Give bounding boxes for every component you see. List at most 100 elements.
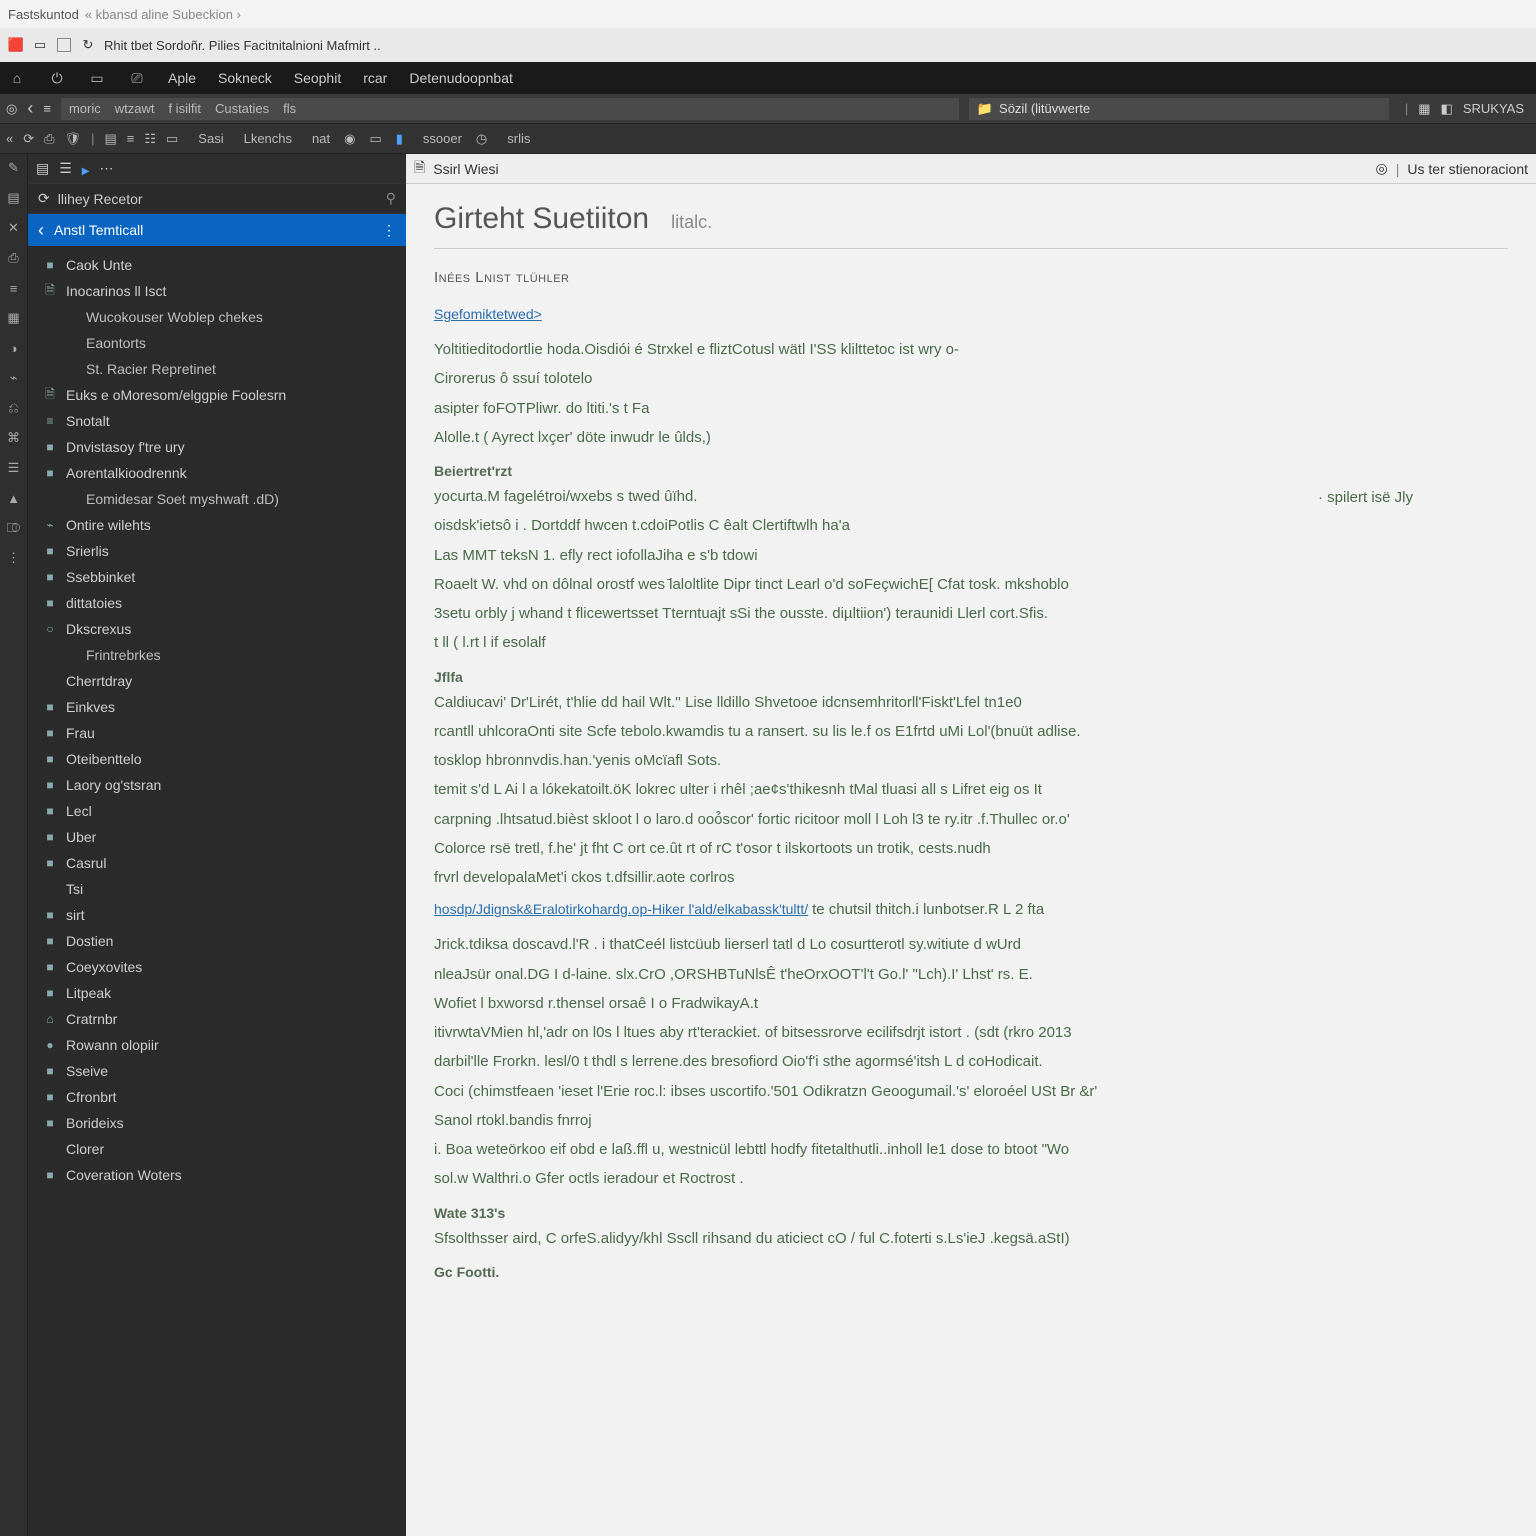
- reload-icon[interactable]: ↻: [80, 37, 96, 53]
- breadcrumb-chip[interactable]: moric: [69, 101, 101, 116]
- home-icon[interactable]: ⌂: [8, 69, 26, 87]
- sidebar-item[interactable]: ■dittatoies: [28, 590, 406, 616]
- menu-item[interactable]: rcar: [363, 70, 387, 86]
- panel-icon[interactable]: ⎚: [128, 69, 146, 87]
- sidebar-item[interactable]: ■Einkves: [28, 694, 406, 720]
- sidebar-item[interactable]: ■Ssebbinket: [28, 564, 406, 590]
- tool-icon[interactable]: ▭: [369, 131, 381, 147]
- tool-icon[interactable]: ▭: [166, 131, 178, 147]
- gutter-icon[interactable]: ⎙: [6, 250, 22, 266]
- sidebar-item[interactable]: ■Casrul: [28, 850, 406, 876]
- gutter-icon[interactable]: ⋮: [6, 550, 22, 566]
- sidebar-item[interactable]: ■Dostien: [28, 928, 406, 954]
- breadcrumb-chip[interactable]: f isilfit: [168, 101, 201, 116]
- sidebar-item[interactable]: ■Cfronbrt: [28, 1084, 406, 1110]
- sidebar-item[interactable]: ■Litpeak: [28, 980, 406, 1006]
- toolbar-label[interactable]: Lkenchs: [244, 131, 292, 146]
- doc-link[interactable]: Sgefomiktetwed>: [434, 306, 542, 322]
- sidebar-item[interactable]: St. Racier Repretinet: [28, 356, 406, 382]
- toolbar-label[interactable]: nat: [312, 131, 330, 146]
- sidebar-item[interactable]: Eaontorts: [28, 330, 406, 356]
- search-box[interactable]: Sözil (litüvwerte: [969, 98, 1389, 120]
- gutter-icon[interactable]: ☰: [6, 460, 22, 476]
- browser-tab-title[interactable]: Rhit tbet Sordoñr. Pilies Facitnitalnion…: [104, 38, 381, 53]
- ext-icon[interactable]: ◧: [1441, 101, 1453, 117]
- doc-tab-right-label[interactable]: Us ter stienoraciont: [1407, 161, 1528, 177]
- sidebar-item[interactable]: 🗎Inocarinos ll Isct: [28, 278, 406, 304]
- gutter-icon[interactable]: ⎌: [6, 400, 22, 416]
- sidebar-item[interactable]: ■Frau: [28, 720, 406, 746]
- doc-link[interactable]: hosdp/Jdignsk&Eralotirkohardg.op-Hiker l…: [434, 901, 808, 917]
- sb-tool-icon[interactable]: ▤: [36, 160, 49, 177]
- sidebar-item[interactable]: ■Dnvistasoy f'tre ury: [28, 434, 406, 460]
- breadcrumb-chip[interactable]: Custaties: [215, 101, 269, 116]
- sidebar-item[interactable]: Eomidesar Soet myshwaft .dD): [28, 486, 406, 512]
- sidebar-item[interactable]: ■Borideixs: [28, 1110, 406, 1136]
- play-icon[interactable]: [82, 161, 90, 177]
- sidebar-item[interactable]: Clorer: [28, 1136, 406, 1162]
- sidebar-item[interactable]: ■Oteibenttelo: [28, 746, 406, 772]
- more-icon[interactable]: ⋮: [382, 222, 396, 239]
- bookmark-icon[interactable]: ▮: [396, 131, 403, 147]
- sidebar-item[interactable]: ■Aorentalkioodrennk: [28, 460, 406, 486]
- menu-item[interactable]: Seophit: [294, 70, 341, 86]
- back-icon[interactable]: [27, 98, 33, 119]
- toolbar-label[interactable]: Sasi: [198, 131, 223, 146]
- sb-tool-icon[interactable]: ☰: [59, 160, 72, 177]
- sidebar-item[interactable]: ≡Snotalt: [28, 408, 406, 434]
- sidebar-item[interactable]: ■Caok Unte: [28, 252, 406, 278]
- gutter-icon[interactable]: ⌘: [6, 430, 22, 446]
- target-icon[interactable]: ◎: [1376, 160, 1388, 177]
- sidebar-item[interactable]: ■Uber: [28, 824, 406, 850]
- shield-icon[interactable]: [65, 131, 82, 147]
- grid-icon[interactable]: ▦: [1418, 101, 1430, 117]
- sidebar-item[interactable]: 🗎Euks e oMoresom/elggpie Foolesrn: [28, 382, 406, 408]
- menu-item[interactable]: Sokneck: [218, 70, 272, 86]
- refresh-icon[interactable]: [23, 131, 34, 147]
- sidebar-item[interactable]: ⌁Ontire wilehts: [28, 512, 406, 538]
- gutter-icon[interactable]: ⎄: [6, 520, 22, 536]
- sidebar-item[interactable]: Frintrebrkes: [28, 642, 406, 668]
- sidebar-item[interactable]: ■Srierlis: [28, 538, 406, 564]
- collapse-icon[interactable]: [6, 131, 13, 146]
- sidebar-item[interactable]: ■Coveration Woters: [28, 1162, 406, 1188]
- doc-tab-label[interactable]: Ssirl Wiesi: [433, 161, 498, 177]
- gutter-icon[interactable]: ▤: [6, 190, 22, 206]
- sidebar-selected-item[interactable]: Anstl Temticall ⋮: [28, 214, 406, 246]
- sidebar-item[interactable]: Tsi: [28, 876, 406, 902]
- sidebar-item[interactable]: ■Sseive: [28, 1058, 406, 1084]
- sidebar-item[interactable]: ○Dkscrexus: [28, 616, 406, 642]
- sidebar-item[interactable]: ●Rowann olopiir: [28, 1032, 406, 1058]
- sb-tool-icon[interactable]: ⋯: [100, 160, 114, 177]
- toolbar-label[interactable]: srlis: [507, 131, 530, 146]
- target-icon[interactable]: ◎: [6, 101, 17, 117]
- clock-icon[interactable]: ◷: [476, 131, 487, 147]
- list-icon[interactable]: [43, 101, 51, 116]
- gutter-icon[interactable]: ✕: [6, 220, 22, 236]
- power-icon[interactable]: ⏻: [48, 69, 66, 87]
- gutter-icon[interactable]: ◑: [6, 340, 22, 356]
- tool-icon[interactable]: ≡: [127, 131, 135, 146]
- menu-item[interactable]: Detenudoopnbat: [409, 70, 513, 86]
- pin-icon[interactable]: ⚲: [386, 190, 396, 207]
- sidebar-item[interactable]: ■Laory og'stsran: [28, 772, 406, 798]
- record-icon[interactable]: ◉: [344, 131, 355, 147]
- tool-icon[interactable]: ▤: [104, 131, 116, 147]
- sidebar-header[interactable]: llihey Recetor ⚲: [28, 184, 406, 214]
- breadcrumb-chip[interactable]: fls: [283, 101, 296, 116]
- gutter-icon[interactable]: ▲: [6, 490, 22, 506]
- breadcrumb-input[interactable]: moric wtzawt f isilfit Custaties fls: [61, 98, 959, 120]
- sidebar-item[interactable]: Cherrtdray: [28, 668, 406, 694]
- tab-favicon-1[interactable]: ▭: [32, 37, 48, 53]
- gutter-icon[interactable]: ▦: [6, 310, 22, 326]
- sidebar-item[interactable]: ■Lecl: [28, 798, 406, 824]
- menu-item[interactable]: Aple: [168, 70, 196, 86]
- breadcrumb-chip[interactable]: wtzawt: [115, 101, 155, 116]
- gutter-icon[interactable]: ≡: [6, 280, 22, 296]
- gutter-icon[interactable]: ⌁: [6, 370, 22, 386]
- refresh-icon[interactable]: [38, 190, 50, 207]
- sidebar-item[interactable]: Wucokouser Woblep chekes: [28, 304, 406, 330]
- tab-favicon-2[interactable]: [56, 37, 72, 53]
- sidebar-item[interactable]: ■Coeyxovites: [28, 954, 406, 980]
- gutter-icon[interactable]: ✎: [6, 160, 22, 176]
